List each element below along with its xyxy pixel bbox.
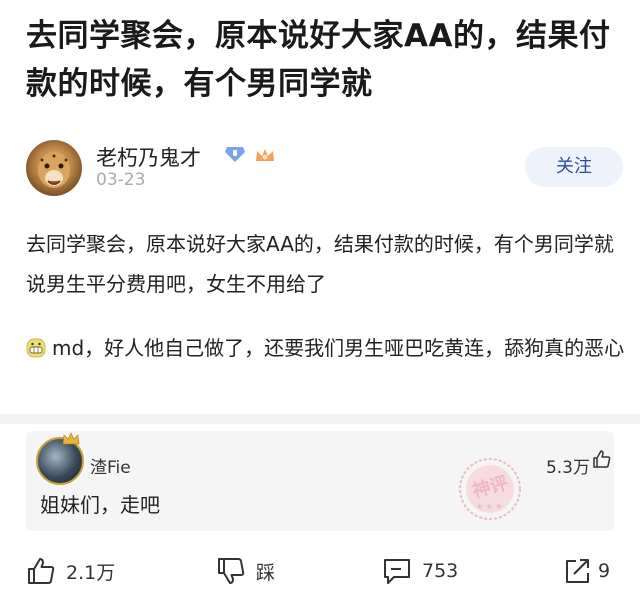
crown-badge-icon — [256, 149, 274, 161]
thumbs-up-icon[interactable] — [592, 449, 612, 469]
post-body-text: md，好人他自己做了，还要我们男生哑巴吃黄连，舔狗真的恶心 — [52, 336, 625, 360]
diamond-badge-icon — [225, 147, 245, 162]
post-body-paragraph: 去同学聚会，原本说好大家AA的，结果付款的时候，有个男同学就说男生平分费用吧，女… — [26, 232, 614, 296]
like-count: 2.1万 — [66, 561, 116, 584]
comment-like-count: 5.3万 — [545, 458, 590, 478]
dislike-button[interactable]: 踩 — [216, 554, 275, 588]
comment-text: 姐妹们，走吧 — [40, 493, 160, 517]
share-button[interactable]: 9 — [562, 554, 610, 588]
comment-icon — [384, 559, 410, 584]
share-icon — [566, 559, 589, 583]
grimace-emoji-icon — [26, 338, 46, 358]
commenter-name[interactable]: 渣Fie — [90, 453, 131, 478]
dislike-label: 踩 — [256, 561, 276, 584]
crown-icon — [62, 432, 80, 445]
author-name[interactable]: 老朽乃鬼才 — [96, 142, 201, 172]
top-comment-stamp: ★ ★ ★ 神评 — [446, 451, 534, 527]
post-title: 去同学聚会，原本说好大家AA的，结果付款的时候，有个男同学就 — [26, 18, 611, 102]
thumbs-down-icon — [218, 558, 245, 584]
follow-button[interactable]: 关注 — [525, 147, 623, 187]
author-avatar[interactable] — [26, 140, 82, 196]
comment-count: 753 — [422, 560, 459, 582]
action-bar: 2.1万 踩 753 9 — [0, 548, 640, 596]
post-body-paragraph-2: md，好人他自己做了，还要我们男生哑巴吃黄连，舔狗真的恶心 — [26, 328, 626, 368]
top-comment-card[interactable]: 渣Fie ★ ★ ★ 神评 5.3万 姐妹们，走吧 — [26, 431, 614, 531]
post-date: 03-23 — [96, 170, 146, 190]
share-count: 9 — [598, 560, 611, 582]
like-button[interactable]: 2.1万 — [26, 554, 115, 588]
svg-text:★ ★ ★: ★ ★ ★ — [476, 502, 503, 511]
section-divider — [0, 414, 640, 424]
comment-button[interactable]: 753 — [382, 554, 458, 588]
cheetah-avatar-icon — [38, 152, 70, 188]
thumbs-up-icon — [28, 558, 55, 584]
